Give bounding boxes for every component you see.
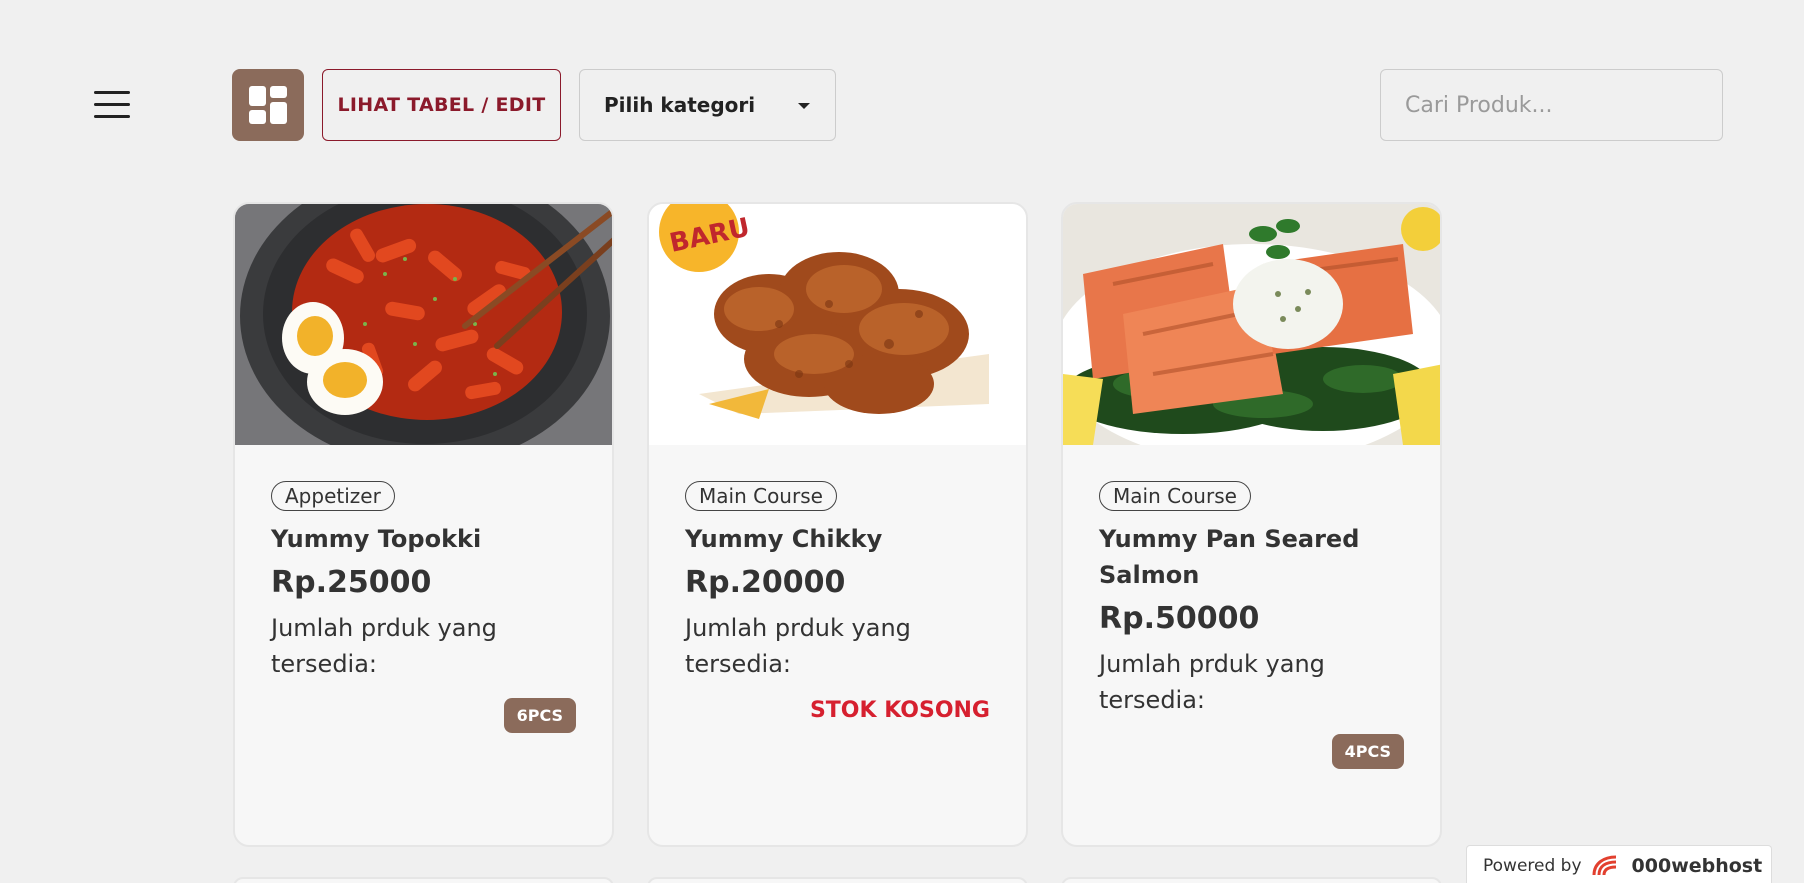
product-image-salmon xyxy=(1063,204,1440,445)
powered-by-text: Powered by xyxy=(1483,855,1582,876)
caret-down-icon xyxy=(798,103,810,109)
category-select[interactable]: Pilih kategori xyxy=(579,69,836,141)
product-name: Yummy Chikky xyxy=(685,525,883,553)
view-table-edit-button[interactable]: LIHAT TABEL / EDIT xyxy=(322,69,561,141)
product-card-partial[interactable] xyxy=(233,877,614,883)
category-pill: Main Course xyxy=(1099,481,1251,511)
out-of-stock-label: STOK KOSONG xyxy=(809,698,990,723)
hamburger-line xyxy=(94,103,130,106)
hamburger-line xyxy=(94,115,130,118)
powered-by-brand: 000webhost xyxy=(1631,854,1763,877)
product-image-chikky: BARU xyxy=(649,204,1026,445)
dashboard-grid-icon xyxy=(249,110,266,124)
product-price: Rp.20000 xyxy=(685,565,846,600)
stock-label: Jumlah prduk yang tersedia: xyxy=(1099,650,1325,714)
product-price: Rp.50000 xyxy=(1099,601,1260,636)
search-product-input[interactable] xyxy=(1380,69,1723,141)
product-name: Yummy Pan Seared Salmon xyxy=(1099,525,1360,589)
product-card-partial[interactable] xyxy=(1061,877,1442,883)
dashboard-grid-icon xyxy=(249,86,266,106)
stock-label: Jumlah prduk yang tersedia: xyxy=(685,614,911,678)
product-price: Rp.25000 xyxy=(271,565,432,600)
grid-view-button[interactable] xyxy=(232,69,304,141)
stock-quantity-badge: 6PCS xyxy=(503,698,576,733)
dashboard-grid-icon xyxy=(270,102,287,124)
category-pill: Main Course xyxy=(685,481,837,511)
hamburger-menu-icon[interactable] xyxy=(94,91,130,119)
product-card[interactable]: Main Course Yummy Pan Seared Salmon Rp.5… xyxy=(1061,202,1442,847)
product-name: Yummy Topokki xyxy=(271,525,482,553)
webhost-logo-icon xyxy=(1592,855,1616,875)
hamburger-line xyxy=(94,91,130,94)
stock-label: Jumlah prduk yang tersedia: xyxy=(271,614,497,678)
product-card[interactable]: Appetizer Yummy Topokki Rp.25000 Jumlah … xyxy=(233,202,614,847)
category-pill: Appetizer xyxy=(271,481,395,511)
powered-by-badge[interactable]: Powered by 000webhost xyxy=(1466,845,1772,883)
product-card-partial[interactable] xyxy=(647,877,1028,883)
category-select-value: Pilih kategori xyxy=(604,93,756,117)
product-image-topokki xyxy=(235,204,612,445)
stock-quantity-badge: 4PCS xyxy=(1331,734,1404,769)
dashboard-grid-icon xyxy=(270,86,287,98)
product-card[interactable]: BARU Main Course Yummy Chikky Rp.20000 J… xyxy=(647,202,1028,847)
